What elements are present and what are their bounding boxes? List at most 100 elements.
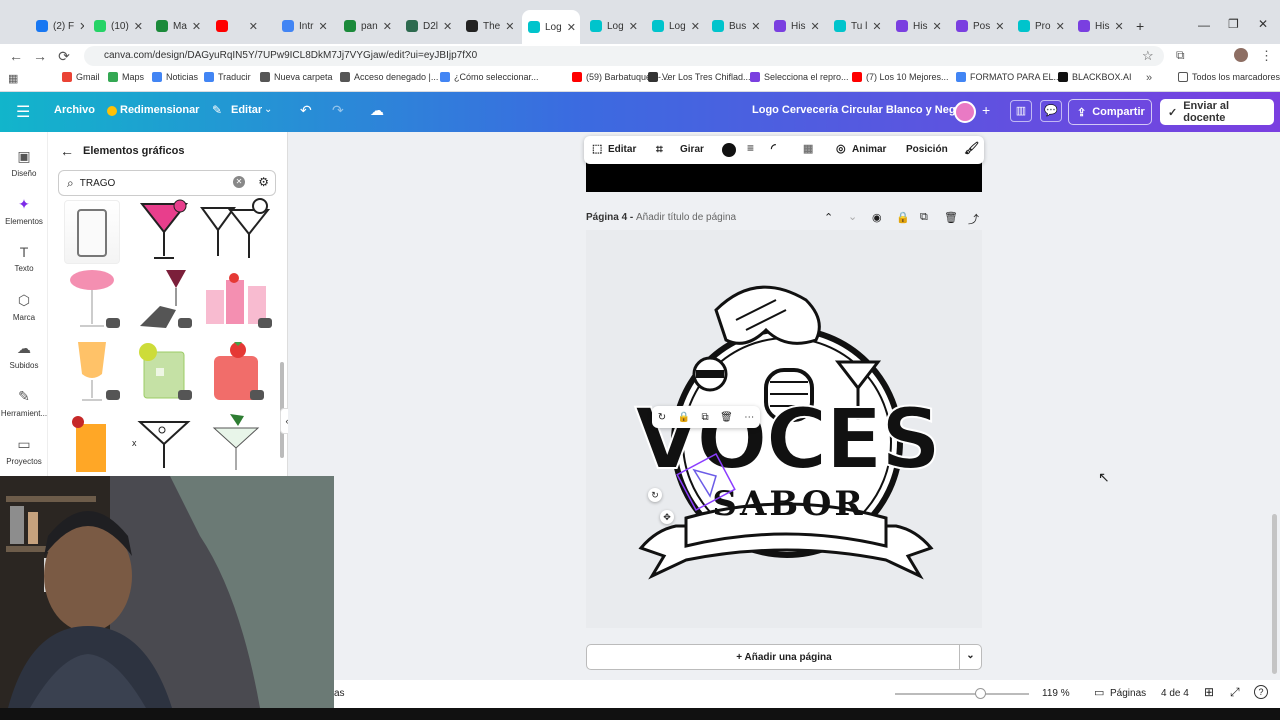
filter-icon[interactable]: ⚙: [258, 175, 269, 189]
green-cocktail-thumb[interactable]: [208, 410, 264, 474]
tab-close-icon[interactable]: ✕: [443, 20, 452, 33]
bookmark-item[interactable]: (7) Los 10 Mejores...: [852, 72, 949, 82]
hand-holding-glass-thumb[interactable]: [136, 266, 192, 330]
design-page[interactable]: VOCES SABOR ↻ 🔒 ⧉ 🗑 ⋯ ↻ ✥: [586, 230, 982, 628]
forward-icon[interactable]: →: [28, 48, 52, 64]
pink-drinks-thumb[interactable]: [202, 266, 272, 330]
tab-close-icon[interactable]: ✕: [318, 20, 327, 33]
duplicate-icon[interactable]: ⧉: [920, 211, 928, 224]
hamburger-menu-icon[interactable]: ☰: [16, 102, 30, 122]
add-collaborator-icon[interactable]: +: [982, 102, 990, 118]
url-field[interactable]: canva.com/design/DAGyuRqIN5Y/7UPw9ICL8Dk…: [84, 46, 1164, 66]
undo-icon[interactable]: ↶: [300, 102, 312, 119]
tab-close-icon[interactable]: ✕: [192, 20, 201, 33]
delete-icon[interactable]: 🗑: [944, 211, 958, 224]
search-box[interactable]: ⌕ TRAGO ✕ ⚙: [58, 170, 276, 196]
tab-close-icon[interactable]: ✕: [932, 20, 941, 33]
pink-coupe-thumb[interactable]: [64, 266, 120, 330]
page-title-input[interactable]: Añadir título de página: [636, 212, 736, 223]
redo-icon[interactable]: ↷: [332, 102, 344, 119]
clear-search-icon[interactable]: ✕: [233, 176, 245, 188]
pages-button[interactable]: Páginas: [1110, 688, 1146, 699]
browser-tab[interactable]: Bus ✕: [706, 12, 760, 40]
comment-icon[interactable]: 💬: [1040, 100, 1062, 122]
browser-tab[interactable]: His ✕: [768, 12, 822, 40]
transparency-icon[interactable]: ▦: [803, 142, 813, 155]
nav-item-brand[interactable]: ⬡ Marca: [0, 292, 48, 322]
bookmark-item[interactable]: Traducir: [204, 72, 251, 82]
bookmark-item[interactable]: Nueva carpeta: [260, 72, 333, 82]
tab-close-icon[interactable]: ✕: [79, 20, 84, 33]
tab-close-icon[interactable]: ✕: [1056, 20, 1065, 33]
browser-tab[interactable]: pan ✕: [338, 12, 392, 40]
cocktail-shaker-thumb[interactable]: [64, 200, 120, 264]
tab-close-icon[interactable]: ✕: [1114, 20, 1123, 33]
bookmark-item[interactable]: Gmail: [62, 72, 100, 82]
browser-tab[interactable]: (10) ✕: [88, 12, 142, 40]
rotate-handle-icon[interactable]: ↻: [648, 488, 662, 502]
delete-icon[interactable]: 🗑: [720, 412, 733, 423]
chevron-down-icon[interactable]: ⌄: [848, 210, 857, 223]
bookmark-item[interactable]: Ver Los Tres Chiflad...: [648, 72, 751, 82]
color-swatch[interactable]: [722, 143, 736, 157]
apps-icon[interactable]: ▦: [8, 72, 18, 85]
analytics-icon[interactable]: ▥: [1010, 100, 1032, 122]
tab-close-icon[interactable]: ✕: [751, 20, 760, 33]
lock-icon[interactable]: 🔒: [678, 412, 690, 423]
browser-tab[interactable]: Pro ✕: [1012, 12, 1066, 40]
strawberry-drink-thumb[interactable]: [208, 338, 264, 402]
nav-item-folder[interactable]: ▭ Proyectos: [0, 436, 48, 466]
tab-close-icon[interactable]: ✕: [810, 20, 819, 33]
tab-close-icon[interactable]: ✕: [567, 21, 576, 34]
bookmark-item[interactable]: Noticias: [152, 72, 198, 82]
add-page-icon[interactable]: ⤴: [968, 211, 979, 227]
tab-close-icon[interactable]: ✕: [691, 20, 700, 33]
more-options-icon[interactable]: ⋯: [744, 412, 754, 423]
compartir-button[interactable]: ⇪ Compartir: [1068, 99, 1152, 125]
tab-close-icon[interactable]: ✕: [505, 20, 514, 33]
rotate-icon[interactable]: ↻: [658, 412, 666, 423]
profile-avatar[interactable]: [1234, 48, 1248, 62]
pink-martini-thumb[interactable]: [136, 196, 192, 260]
mojito-thumb[interactable]: [136, 338, 192, 402]
minimize-button[interactable]: —: [1198, 18, 1210, 32]
zoom-slider-handle[interactable]: [975, 688, 986, 699]
fullscreen-icon[interactable]: ⤢: [1230, 685, 1240, 700]
browser-tab[interactable]: Pos ✕: [950, 12, 1004, 40]
paint-format-icon[interactable]: 🖌: [964, 141, 979, 155]
orange-spritz-thumb[interactable]: [64, 338, 120, 402]
menu-icon[interactable]: ⋮: [1260, 48, 1273, 64]
tab-close-icon[interactable]: ✕: [383, 20, 392, 33]
nav-item-tools[interactable]: ✎ Herramient...: [0, 388, 48, 418]
close-window-button[interactable]: ✕: [1258, 17, 1268, 31]
collaborator-avatar[interactable]: [954, 101, 976, 123]
nav-item-text[interactable]: T Texto: [0, 244, 48, 273]
extensions-icon[interactable]: ⧉: [1176, 48, 1185, 63]
browser-tab[interactable]: (2) F ✕: [30, 12, 84, 40]
maximize-button[interactable]: ❐: [1228, 17, 1239, 31]
help-icon[interactable]: ?: [1254, 685, 1268, 699]
browser-tab[interactable]: Log ✕: [522, 10, 580, 44]
zoom-slider[interactable]: [895, 688, 1029, 699]
nav-item-upload[interactable]: ☁ Subidos: [0, 340, 48, 370]
browser-tab[interactable]: Log ✕: [646, 12, 700, 40]
duplicate-icon[interactable]: ⧉: [701, 412, 708, 423]
bookmarks-overflow-icon[interactable]: »: [1146, 72, 1152, 84]
bookmark-item[interactable]: Maps: [108, 72, 144, 82]
browser-tab[interactable]: Tu l ✕: [828, 12, 882, 40]
bookmark-item[interactable]: BLACKBOX.AI: [1058, 72, 1132, 82]
bookmark-item[interactable]: ¿Cómo seleccionar...: [440, 72, 539, 82]
tab-close-icon[interactable]: ✕: [629, 20, 638, 33]
posicion-tool[interactable]: Posición: [906, 144, 948, 155]
browser-tab[interactable]: The ✕: [460, 12, 514, 40]
cloud-sync-icon[interactable]: ☁: [370, 102, 384, 119]
browser-tab[interactable]: Ma ✕: [150, 12, 204, 40]
martini-sketch-thumb[interactable]: x: [132, 410, 196, 474]
search-input[interactable]: TRAGO: [80, 178, 116, 189]
tab-close-icon[interactable]: ✕: [995, 20, 1004, 33]
crop-icon[interactable]: ⌗: [656, 142, 663, 157]
tab-close-icon[interactable]: ✕: [249, 20, 258, 33]
animar-tool[interactable]: Animar: [852, 144, 886, 155]
editar-tool[interactable]: Editar: [608, 144, 636, 155]
browser-tab[interactable]: Intr ✕: [276, 12, 330, 40]
